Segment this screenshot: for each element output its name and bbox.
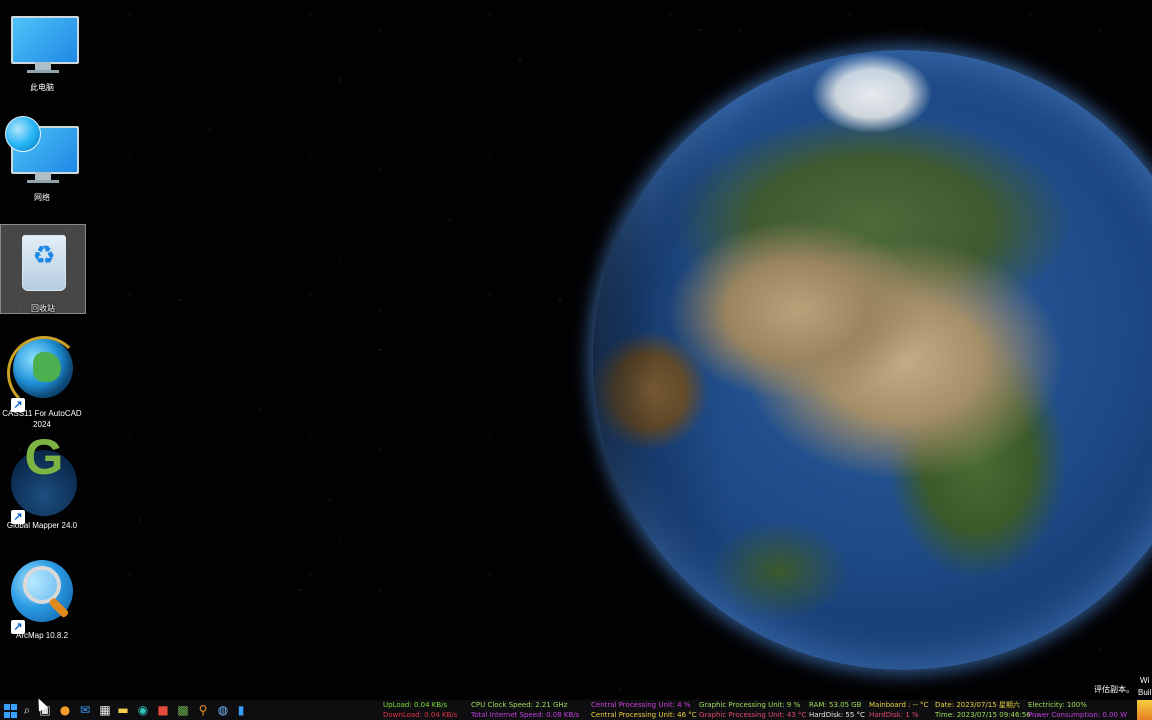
desktop-icon-network[interactable]: 网络 xyxy=(0,114,84,206)
power-stat: Power Consumption: 0.00 W xyxy=(1028,711,1128,719)
cpu-clock-stat: CPU Clock Speed: 2.21 GHz xyxy=(471,701,568,709)
file-explorer-icon[interactable]: ▬ xyxy=(116,703,130,717)
desktop-icon-label: 此电脑 xyxy=(30,83,54,92)
start-icon[interactable] xyxy=(4,704,18,718)
gpu-temp-stat: Graphic Processing Unit: 43 °C xyxy=(699,711,807,719)
desktop-icon-recycle-bin[interactable]: ♻ 回收站 xyxy=(0,224,86,314)
desktop-icon-this-pc[interactable]: 此电脑 xyxy=(0,4,84,96)
cpu-usage-stat: Central Processing Unit: 4 % xyxy=(591,701,691,709)
download-stat: DownLoad: 0.04 KB/s xyxy=(383,711,458,719)
internet-speed-stat: Total Internet Speed: 0.08 KB/s xyxy=(471,711,580,719)
desktop-icon-global-mapper[interactable]: G ↗ Global Mapper 24.0 xyxy=(0,432,84,536)
tray-widget-icon[interactable] xyxy=(1137,700,1152,720)
watermark-text-line1: 评估副本。 xyxy=(1094,685,1134,694)
search-tool-icon[interactable]: ⚲ xyxy=(196,703,210,717)
desktop-background: 此电脑 网络 ♻ 回收站 ↗ CASS11 For AutoCAD 2024 G… xyxy=(0,0,1152,700)
mail-icon[interactable]: ✉ xyxy=(78,703,92,717)
shortcut-arrow-icon: ↗ xyxy=(11,620,25,634)
store-icon[interactable]: ■ xyxy=(156,703,170,717)
cass-globe-icon: ↗ xyxy=(7,336,81,412)
mainboard-stat: Mainboard : -- °C xyxy=(869,701,929,709)
gpu-usage-stat: Graphic Processing Unit: 9 % xyxy=(699,701,801,709)
desktop-icon-label: 回收站 xyxy=(31,304,55,313)
cpu-temp-stat: Central Processing Unit: 46 °C xyxy=(591,711,697,719)
watermark-text-build: Buil xyxy=(1138,688,1152,697)
date-stat: Date: 2023/07/15 星期六 xyxy=(935,701,1020,709)
edge-icon[interactable]: ◉ xyxy=(136,703,150,717)
this-pc-icon xyxy=(7,10,79,80)
arcmap-icon: ↗ xyxy=(7,558,77,634)
shortcut-arrow-icon: ↗ xyxy=(11,398,25,412)
browser-icon[interactable]: ● xyxy=(58,703,72,717)
shortcut-arrow-icon: ↗ xyxy=(11,510,25,524)
search-icon[interactable]: ⌕ xyxy=(20,703,34,717)
ram-stat: RAM: 53.05 GB xyxy=(809,701,862,709)
app-icon[interactable]: ◍ xyxy=(216,703,230,717)
desktop-icon-arcmap[interactable]: ↗ ArcMap 10.8.2 xyxy=(0,552,84,646)
image-app-icon[interactable]: ▩ xyxy=(176,703,190,717)
desktop-icon-cass11[interactable]: ↗ CASS11 For AutoCAD 2024 xyxy=(0,330,84,436)
app-icon[interactable]: ▮ xyxy=(234,703,248,717)
electricity-stat: Electricity: 100% xyxy=(1028,701,1087,709)
network-icon xyxy=(5,116,79,190)
watermark-text-wi: Wi xyxy=(1140,676,1150,685)
harddisk-usage-stat: HardDisk: 1 % xyxy=(869,711,919,719)
global-mapper-icon: G ↗ xyxy=(7,432,77,524)
time-stat: Time: 2023/07/15 09:46:56 xyxy=(935,711,1031,719)
upload-stat: UpLoad: 0.04 KB/s xyxy=(383,701,448,709)
desktop-icon-label: 网络 xyxy=(34,193,50,202)
calendar-icon[interactable]: ▦ xyxy=(98,703,112,717)
recycle-bin-icon: ♻ xyxy=(8,231,78,301)
taskbar: ⌕ ▣ ● ✉ ▦ ▬ ◉ ■ ▩ ⚲ ◍ ▮ UpLoad: 0.04 KB/… xyxy=(0,700,1152,720)
harddisk-temp-stat: HardDisk: 55 °C xyxy=(809,711,865,719)
